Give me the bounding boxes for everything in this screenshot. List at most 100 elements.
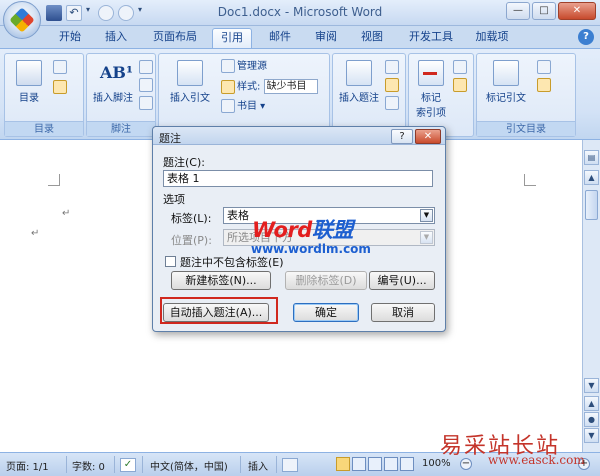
update-figures-icon <box>385 78 399 92</box>
tab-mailings[interactable]: 邮件 <box>262 28 298 48</box>
dialog-close-button[interactable]: ✕ <box>415 129 441 144</box>
chevron-down-icon[interactable]: ▼ <box>420 231 433 244</box>
bibliography-button[interactable]: 书目 ▾ <box>221 99 265 115</box>
tab-home[interactable]: 开始 <box>52 28 88 48</box>
autocaption-highlight <box>160 297 278 324</box>
exclude-label-checkbox[interactable] <box>165 256 176 267</box>
dialog-help-button[interactable]: ? <box>391 129 413 144</box>
cancel-button[interactable]: 取消 <box>371 303 435 322</box>
add-text-button[interactable] <box>53 60 69 76</box>
cross-reference-button[interactable] <box>385 96 401 112</box>
captions-group: 插入题注 <box>332 53 406 137</box>
mark-citation-button[interactable]: 标记引文 <box>479 60 533 104</box>
crop-mark <box>48 174 60 186</box>
footnote-group-label: 脚注 <box>87 121 155 136</box>
ok-button[interactable]: 确定 <box>293 303 359 322</box>
help-icon[interactable]: ? <box>578 29 594 45</box>
show-notes-button[interactable] <box>139 96 155 112</box>
insert-caption-button[interactable]: 插入题注 <box>335 60 383 104</box>
insert-table-of-figures-button[interactable] <box>385 60 401 76</box>
position-label: 位置(P): <box>171 234 212 247</box>
update-toa-button[interactable] <box>537 78 553 94</box>
scroll-up-icon[interactable]: ▲ <box>584 170 599 185</box>
tab-references[interactable]: 引用 <box>212 28 252 48</box>
select-browse-object-icon[interactable]: ● <box>584 412 599 427</box>
toc-button[interactable]: 目录 <box>11 60 47 104</box>
tab-view[interactable]: 视图 <box>354 28 390 48</box>
delete-label-button[interactable]: 删除标签(D) <box>285 271 367 290</box>
insert-toa-button[interactable] <box>537 60 553 76</box>
update-table-button[interactable] <box>53 80 69 96</box>
maximize-button[interactable]: □ <box>532 2 556 20</box>
tab-addins[interactable]: 加载项 <box>468 28 516 48</box>
next-footnote-icon <box>139 78 153 92</box>
new-label-button[interactable]: 新建标签(N)... <box>171 271 271 290</box>
update-figures-button[interactable] <box>385 78 401 94</box>
exclude-label-text: 题注中不包含标签(E) <box>180 256 284 269</box>
mark-entry-icon <box>418 60 444 86</box>
macro-record-icon[interactable] <box>282 458 298 472</box>
close-button[interactable]: ✕ <box>558 2 596 20</box>
wordlm-url: www.wordlm.com <box>251 242 371 256</box>
insert-caption-icon <box>346 60 372 86</box>
outline-view-icon[interactable] <box>384 457 398 471</box>
update-table-icon <box>53 80 67 94</box>
page-count[interactable]: 页面: 1/1 <box>6 458 49 473</box>
caption-input[interactable]: 表格 1 <box>163 170 433 187</box>
tab-review[interactable]: 审阅 <box>308 28 344 48</box>
scroll-down-icon[interactable]: ▼ <box>584 378 599 393</box>
web-layout-view-icon[interactable] <box>368 457 382 471</box>
tab-insert[interactable]: 插入 <box>98 28 134 48</box>
office-button[interactable] <box>3 1 41 39</box>
language-indicator[interactable]: 中文(简体，中国) <box>150 458 228 473</box>
insert-index-icon <box>453 60 467 74</box>
next-footnote-button[interactable] <box>139 78 155 94</box>
label-label: 标签(L): <box>171 212 212 225</box>
mark-entry-button[interactable]: 标记 索引项 <box>411 60 451 119</box>
dialog-title-bar: 题注 ? ✕ <box>153 127 445 145</box>
insert-citation-icon <box>177 60 203 86</box>
divider <box>142 456 143 473</box>
insert-index-button[interactable] <box>453 60 469 76</box>
print-layout-view-icon[interactable] <box>336 457 350 471</box>
insert-endnote-button[interactable] <box>139 60 155 76</box>
footnote-ab-icon: AB¹ <box>100 63 133 82</box>
ribbon-tabs: 开始 插入 页面布局 引用 邮件 审阅 视图 开发工具 加载项 ? <box>0 26 600 48</box>
table-of-figures-icon <box>385 60 399 74</box>
toc-group: 目录 目录 <box>4 53 84 137</box>
endnote-icon <box>139 60 153 74</box>
insert-mode[interactable]: 插入 <box>248 458 268 473</box>
previous-page-icon[interactable]: ▲ <box>584 396 599 411</box>
minimize-button[interactable]: — <box>506 2 530 20</box>
toc-group-label: 目录 <box>5 121 83 136</box>
word-count[interactable]: 字数: 0 <box>72 458 105 473</box>
options-label: 选项 <box>163 193 185 206</box>
style-selector[interactable]: 样式: 缺少书目 <box>221 79 318 95</box>
insert-citation-button[interactable]: 插入引文 <box>165 60 215 104</box>
toc-icon <box>16 60 42 86</box>
chevron-down-icon[interactable]: ▼ <box>420 209 433 222</box>
window-controls: — □ ✕ <box>506 2 596 20</box>
proofing-icon[interactable]: ✓ <box>120 458 136 472</box>
site-watermark-url: www.easck.com <box>488 453 585 467</box>
manage-sources-icon <box>221 59 235 73</box>
divider <box>66 456 67 473</box>
style-dropdown[interactable]: 缺少书目 <box>263 79 318 94</box>
ruler-toggle-icon[interactable]: ▤ <box>584 150 599 165</box>
tab-page-layout[interactable]: 页面布局 <box>146 28 204 48</box>
next-page-icon[interactable]: ▼ <box>584 428 599 443</box>
numbering-button[interactable]: 编号(U)... <box>369 271 435 290</box>
manage-sources-button[interactable]: 管理源 <box>221 59 267 75</box>
wordlm-logo: Word联盟 <box>252 218 353 242</box>
insert-footnote-button[interactable]: AB¹ 插入脚注 <box>89 60 137 104</box>
draft-view-icon[interactable] <box>400 457 414 471</box>
vertical-scrollbar[interactable]: ▤ ▲ ▼ ▲ ● ▼ <box>582 140 600 452</box>
tab-developer[interactable]: 开发工具 <box>402 28 460 48</box>
cross-reference-icon <box>385 96 399 110</box>
full-screen-view-icon[interactable] <box>352 457 366 471</box>
update-index-button[interactable] <box>453 78 469 94</box>
mark-citation-icon <box>493 60 519 86</box>
caption-label: 题注(C): <box>163 156 205 169</box>
paragraph-mark: ↵ <box>31 228 40 239</box>
scroll-thumb[interactable] <box>585 190 598 220</box>
